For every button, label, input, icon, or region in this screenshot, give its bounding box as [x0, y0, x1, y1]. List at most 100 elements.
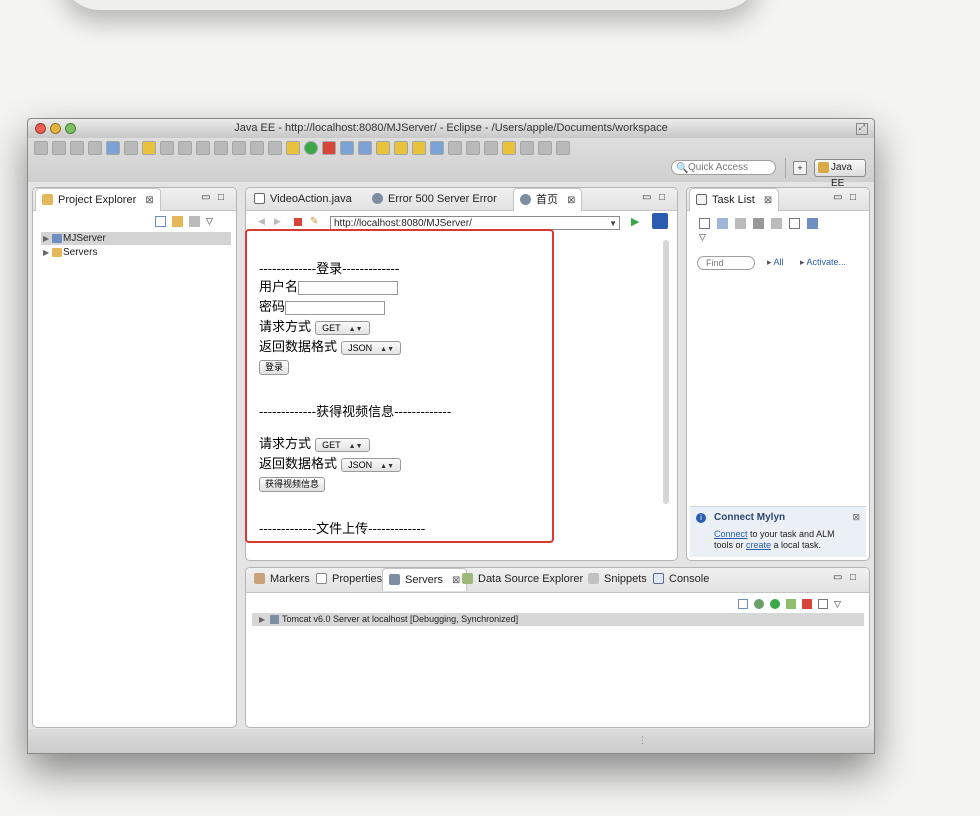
categorized-icon[interactable] [717, 218, 728, 229]
print-icon[interactable] [88, 141, 102, 155]
tab-project-explorer[interactable]: Project Explorer ⊠ [35, 188, 161, 211]
new-server-icon[interactable] [124, 141, 138, 155]
prev-annotation-icon[interactable] [484, 141, 498, 155]
fullscreen-icon[interactable]: ⤢ [856, 123, 868, 135]
globe-icon[interactable] [430, 141, 444, 155]
go-icon[interactable]: ▶ [631, 215, 639, 228]
close-icon[interactable]: ⊠ [567, 195, 575, 206]
password-input[interactable] [285, 300, 386, 315]
refresh-icon[interactable]: ✎ [310, 216, 318, 227]
debug-config-icon[interactable] [286, 141, 300, 155]
collapse-all-icon[interactable] [789, 218, 800, 229]
search-tool-icon[interactable] [448, 141, 462, 155]
connect-link[interactable]: Connect [714, 529, 748, 539]
maximize-icon[interactable]: □ [659, 192, 665, 203]
terminate-icon[interactable] [196, 141, 210, 155]
back-icon[interactable]: ◀ [258, 216, 265, 227]
scheduled-icon[interactable] [735, 218, 746, 229]
vertical-scrollbar[interactable] [663, 240, 669, 504]
save-icon[interactable] [52, 141, 66, 155]
new-package-icon[interactable] [358, 141, 372, 155]
focus-icon[interactable] [753, 218, 764, 229]
open-type-icon[interactable] [376, 141, 390, 155]
pin-icon[interactable] [556, 141, 570, 155]
new-icon[interactable] [34, 141, 48, 155]
find-field[interactable]: Find [697, 256, 755, 270]
view-menu-icon[interactable]: ▽ [834, 599, 841, 610]
tab-data-source-explorer[interactable]: Data Source Explorer [456, 568, 589, 590]
maximize-icon[interactable]: □ [850, 192, 856, 203]
close-icon[interactable]: ⊠ [145, 195, 153, 206]
tab-home[interactable]: 首页 ⊠ [513, 188, 583, 211]
last-edit-icon[interactable] [502, 141, 516, 155]
create-link[interactable]: create [746, 540, 771, 550]
tab-console[interactable]: Console [647, 568, 715, 590]
external-tools-icon[interactable] [322, 141, 336, 155]
perspective-java-ee-button[interactable]: Java EE [814, 159, 866, 189]
video-format-select[interactable]: JSON ▲▼ [341, 457, 402, 472]
view-menu-icon[interactable]: ▽ [206, 216, 213, 227]
tab-videoaction-java[interactable]: VideoAction.java [248, 188, 358, 210]
close-icon[interactable]: ⊠ [852, 512, 860, 523]
disconnect-icon[interactable] [214, 141, 228, 155]
video-method-select[interactable]: GET ▲▼ [315, 437, 370, 452]
forward-icon[interactable]: ▶ [274, 216, 281, 227]
tab-servers[interactable]: Servers ⊠ [382, 568, 468, 591]
chevron-down-icon[interactable]: ▼ [609, 217, 617, 230]
step-into-icon[interactable] [232, 141, 246, 155]
activate-link[interactable]: ▸ Activate... [800, 257, 846, 268]
tab-task-list[interactable]: Task List ⊠ [689, 188, 780, 211]
sync-icon[interactable] [807, 218, 818, 229]
minimize-icon[interactable]: ▭ [642, 192, 651, 203]
debug-server-icon[interactable] [754, 599, 764, 609]
back-icon[interactable] [520, 141, 534, 155]
forward-icon[interactable] [538, 141, 552, 155]
minimize-icon[interactable]: ▭ [201, 192, 210, 203]
package-icon[interactable] [142, 141, 156, 155]
expand-icon[interactable]: ▶ [43, 232, 49, 245]
focus-icon[interactable] [189, 216, 200, 227]
maximize-icon[interactable]: □ [850, 572, 856, 583]
publish-icon[interactable] [818, 599, 828, 609]
new-task-icon[interactable] [699, 218, 710, 229]
start-server-icon[interactable] [770, 599, 780, 609]
login-button[interactable]: 登录 [259, 360, 290, 375]
profile-server-icon[interactable] [786, 599, 796, 609]
stop-icon[interactable] [294, 218, 302, 226]
method-select[interactable]: GET ▲▼ [315, 320, 370, 335]
stop-server-icon[interactable] [802, 599, 812, 609]
suspend-icon[interactable] [178, 141, 192, 155]
tab-error-500[interactable]: Error 500 Server Error [366, 188, 503, 210]
tree-item-servers[interactable]: ▶ Servers [41, 246, 97, 259]
step-over-icon[interactable] [250, 141, 264, 155]
username-input[interactable] [298, 280, 399, 295]
skip-breakpoints-icon[interactable] [106, 141, 120, 155]
collapse-all-icon[interactable] [155, 216, 166, 227]
next-annotation-icon[interactable] [466, 141, 480, 155]
get-video-info-button[interactable]: 获得视频信息 [259, 477, 326, 492]
all-filter-link[interactable]: ▸ All [767, 257, 784, 268]
tree-item-mjserver[interactable]: ▶ MJServer [41, 232, 231, 245]
quick-access-field[interactable]: 🔍 Quick Access [671, 160, 776, 175]
url-field[interactable]: http://localhost:8080/MJServer/ ▼ [330, 216, 620, 230]
collapse-all-icon[interactable] [738, 599, 748, 609]
minimize-icon[interactable]: ▭ [833, 192, 842, 203]
server-row[interactable]: ▶ Tomcat v6.0 Server at localhost [Debug… [252, 613, 864, 626]
expand-icon[interactable]: ▶ [259, 613, 265, 626]
tab-markers[interactable]: Markers [248, 568, 316, 590]
brush-icon[interactable] [412, 141, 426, 155]
minimize-icon[interactable]: ▭ [833, 572, 842, 583]
open-external-browser-icon[interactable] [652, 213, 668, 229]
open-perspective-icon[interactable]: + [793, 161, 807, 175]
resume-icon[interactable] [160, 141, 174, 155]
save-all-icon[interactable] [70, 141, 84, 155]
new-java-project-icon[interactable] [340, 141, 354, 155]
close-icon[interactable]: ⊠ [764, 195, 772, 206]
tab-snippets[interactable]: Snippets [582, 568, 653, 590]
step-return-icon[interactable] [268, 141, 282, 155]
maximize-icon[interactable]: □ [218, 192, 224, 203]
expand-icon[interactable]: ▶ [43, 246, 49, 259]
link-editor-icon[interactable] [172, 216, 183, 227]
hide-completed-icon[interactable] [771, 218, 782, 229]
tab-properties[interactable]: Properties [310, 568, 388, 590]
